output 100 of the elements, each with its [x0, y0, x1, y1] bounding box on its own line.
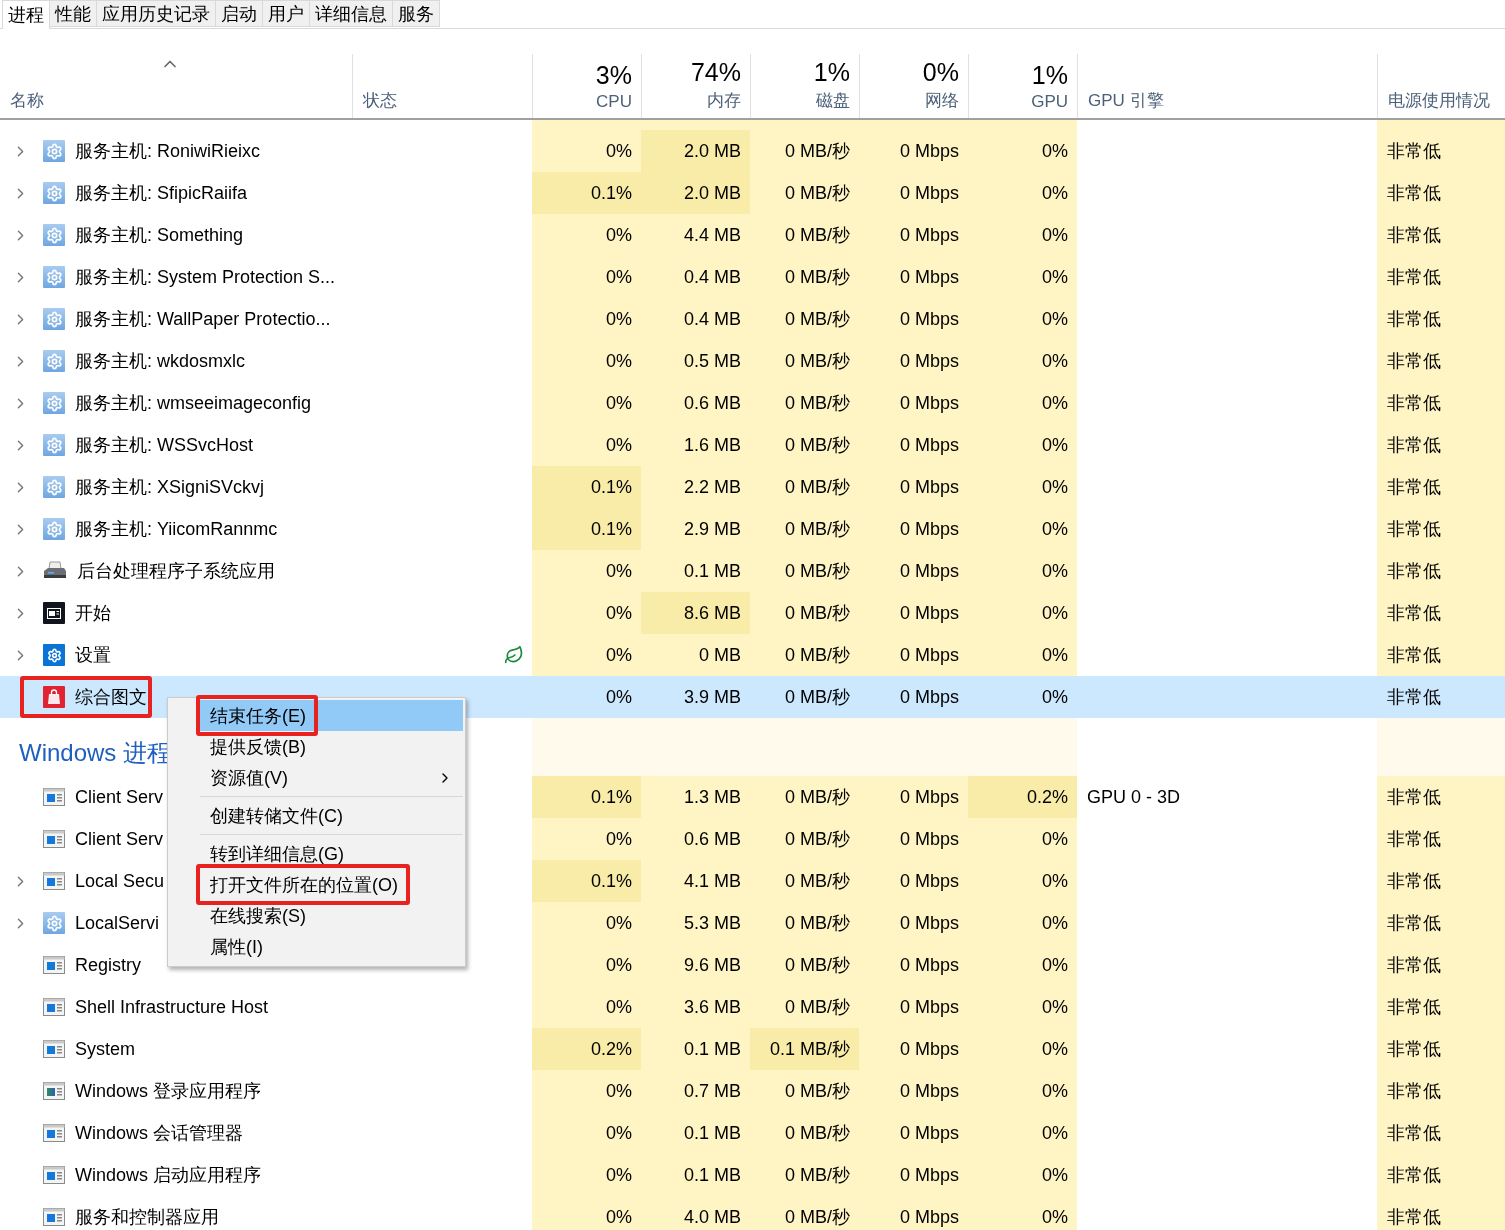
column-header[interactable]: 网络 — [925, 89, 959, 112]
window-icon — [43, 1040, 65, 1058]
table-cell: 0 MB/秒 — [750, 298, 859, 340]
process-name: 服务主机: SfipicRaiifa — [75, 182, 248, 205]
process-name: 设置 — [75, 644, 111, 667]
table-cell: 0% — [968, 986, 1077, 1028]
table-cell: 0 MB/秒 — [750, 1154, 859, 1196]
table-cell: 0% — [968, 860, 1077, 902]
tab[interactable]: 用户 — [262, 0, 310, 27]
settings-icon — [43, 644, 65, 666]
menu-item[interactable]: 在线搜索(S) — [200, 900, 463, 931]
table-cell: 1.6 MB — [641, 424, 750, 466]
table-cell: 0.1 MB — [641, 550, 750, 592]
tab[interactable]: 详细信息 — [309, 0, 393, 27]
gear-icon — [43, 350, 65, 372]
menu-item[interactable]: 属性(I) — [200, 931, 463, 962]
table-cell: 非常低 — [1377, 592, 1505, 634]
process-name: System — [75, 1038, 135, 1060]
menu-item[interactable]: 打开文件所在的位置(O) — [200, 869, 463, 900]
column-header[interactable]: 电源使用情况 — [1388, 89, 1490, 112]
table-cell: 0% — [968, 634, 1077, 676]
tab[interactable]: 启动 — [215, 0, 263, 27]
table-cell: 非常低 — [1377, 130, 1505, 172]
table-cell: 0 Mbps — [859, 1028, 968, 1070]
table-cell: 0 MB/秒 — [750, 1196, 859, 1230]
table-cell: 0% — [968, 298, 1077, 340]
tab[interactable]: 进程 — [2, 0, 50, 29]
menu-item[interactable]: 转到详细信息(G) — [200, 838, 463, 869]
process-name: 服务主机: wmseeimageconfig — [75, 392, 312, 415]
table-cell: 0.1% — [532, 508, 641, 550]
table-cell: 0 Mbps — [859, 214, 968, 256]
table-cell: 0 Mbps — [859, 818, 968, 860]
table-cell: 0% — [532, 256, 641, 298]
table-cell: 0.1% — [532, 172, 641, 214]
table-cell: 非常低 — [1377, 382, 1505, 424]
table-cell: 0.1% — [532, 860, 641, 902]
table-cell: 0 MB/秒 — [750, 592, 859, 634]
table-cell: 0 MB/秒 — [750, 172, 859, 214]
table-cell: 非常低 — [1377, 944, 1505, 986]
tab[interactable]: 性能 — [49, 0, 97, 27]
table-cell: 4.4 MB — [641, 214, 750, 256]
table-cell: 0 Mbps — [859, 172, 968, 214]
table-cell: 0 MB/秒 — [750, 550, 859, 592]
table-cell: 0 MB — [641, 634, 750, 676]
table-cell: 0 MB/秒 — [750, 860, 859, 902]
table-cell: 0% — [532, 214, 641, 256]
table-cell: 非常低 — [1377, 902, 1505, 944]
table-cell: 0% — [968, 508, 1077, 550]
table-cell: 0% — [532, 986, 641, 1028]
table-cell: 0 Mbps — [859, 902, 968, 944]
table-cell: 5.3 MB — [641, 902, 750, 944]
tab[interactable]: 应用历史记录 — [96, 0, 216, 27]
column-header[interactable]: 内存 — [707, 89, 741, 112]
table-cell: 0.1% — [532, 776, 641, 818]
table-cell: 非常低 — [1377, 1028, 1505, 1070]
process-name: 服务主机: YiicomRannmc — [75, 518, 278, 541]
window-icon — [43, 956, 65, 974]
menu-item[interactable]: 提供反馈(B) — [200, 731, 463, 762]
table-cell: 非常低 — [1377, 1112, 1505, 1154]
table-cell: 3.6 MB — [641, 986, 750, 1028]
table-cell: 0 Mbps — [859, 424, 968, 466]
tab[interactable]: 服务 — [392, 0, 440, 27]
table-cell: 2.0 MB — [641, 130, 750, 172]
table-cell: 0 Mbps — [859, 130, 968, 172]
table-cell: 0% — [532, 944, 641, 986]
menu-item[interactable]: 结束任务(E) — [200, 700, 463, 731]
column-header[interactable]: CPU — [596, 92, 632, 112]
table-cell: 0% — [532, 902, 641, 944]
process-name: 服务主机: wkdosmxlc — [75, 350, 245, 373]
column-header[interactable]: 磁盘 — [816, 89, 850, 112]
table-cell: 9.6 MB — [641, 944, 750, 986]
gear-icon — [43, 518, 65, 540]
table-cell: 非常低 — [1377, 634, 1505, 676]
column-header[interactable]: 状态 — [363, 89, 397, 112]
table-cell: 0% — [532, 818, 641, 860]
table-cell: 0% — [968, 944, 1077, 986]
table-cell: 0% — [968, 1196, 1077, 1230]
table-cell: 0% — [968, 130, 1077, 172]
table-cell: 0.7 MB — [641, 1070, 750, 1112]
table-cell: 0.1 MB/秒 — [750, 1028, 859, 1070]
table-cell: 0% — [968, 550, 1077, 592]
table-cell: 0 MB/秒 — [750, 1070, 859, 1112]
table-cell: 0 Mbps — [859, 256, 968, 298]
gear-icon — [43, 182, 65, 204]
column-header[interactable]: 名称 — [10, 89, 44, 112]
column-header[interactable]: GPU 引擎 — [1088, 89, 1164, 112]
menu-item[interactable]: 创建转储文件(C) — [200, 800, 463, 831]
table-cell: 0 MB/秒 — [750, 634, 859, 676]
table-cell: 2.2 MB — [641, 466, 750, 508]
process-name: 服务主机: XSigniSVckvj — [75, 476, 265, 499]
window-icon — [43, 872, 65, 890]
table-cell: 0% — [968, 214, 1077, 256]
column-total: 1% — [813, 58, 850, 87]
table-cell: 非常低 — [1377, 1070, 1505, 1112]
column-header[interactable]: GPU — [1031, 92, 1068, 112]
table-cell: 0 Mbps — [859, 944, 968, 986]
table-cell: 0% — [968, 340, 1077, 382]
menu-item[interactable]: 资源值(V) — [200, 762, 463, 793]
process-name: Client Serv — [75, 828, 164, 850]
process-name: 服务主机: WSSvcHost — [75, 434, 253, 457]
